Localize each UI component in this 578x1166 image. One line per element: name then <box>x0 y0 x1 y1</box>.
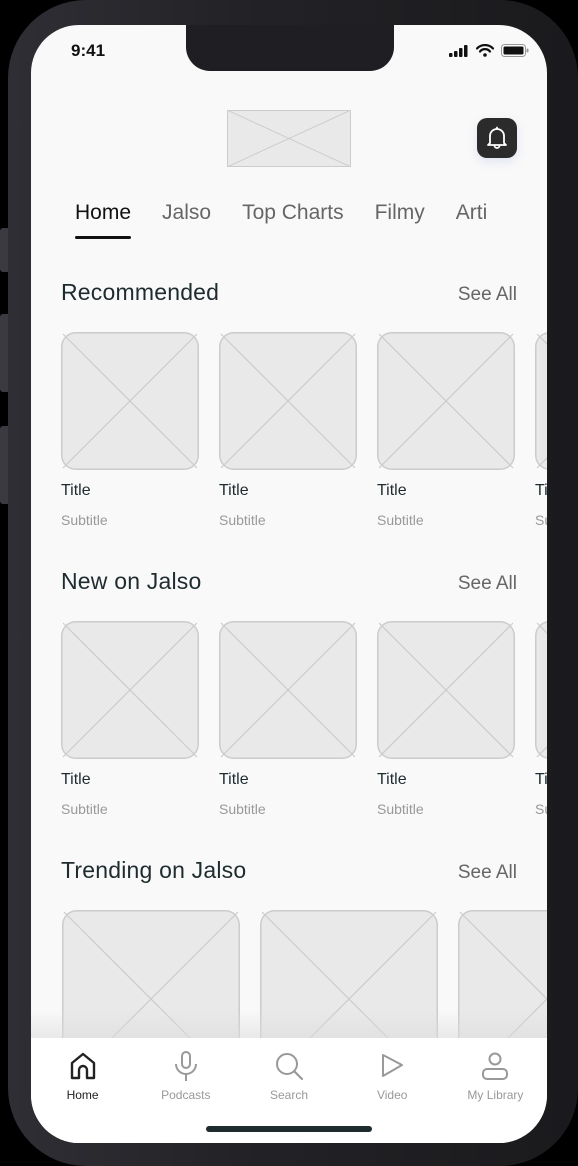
card-title: Title <box>61 482 91 499</box>
image-placeholder <box>377 332 515 470</box>
volume-down-button <box>0 426 8 504</box>
card-subtitle: Subtitle <box>219 512 266 528</box>
category-tabs: Home Jalso Top Charts Filmy Arti <box>75 201 518 239</box>
wifi-icon <box>476 44 494 57</box>
image-placeholder <box>219 332 357 470</box>
tab-filmy[interactable]: Filmy <box>375 201 425 239</box>
media-card[interactable]: Title Subtitle <box>219 621 357 817</box>
tab-top-charts[interactable]: Top Charts <box>242 201 344 239</box>
image-placeholder <box>535 621 547 759</box>
image-placeholder <box>61 621 199 759</box>
bell-icon <box>487 126 507 149</box>
card-title: Title <box>535 771 547 788</box>
card-thumbnail <box>535 332 547 470</box>
see-all-link[interactable]: See All <box>458 284 517 306</box>
image-placeholder <box>61 332 199 470</box>
recommended-row: Title Subtitle Title Subtitle Title Subtitle T… <box>61 332 547 528</box>
card-thumbnail <box>535 621 547 759</box>
user-icon <box>482 1052 509 1080</box>
image-placeholder <box>535 332 547 470</box>
nav-label: Search <box>269 1088 309 1102</box>
see-all-link[interactable]: See All <box>458 573 517 595</box>
section-header-new-on-jalso: New on Jalso See All <box>61 568 517 595</box>
media-card[interactable]: Title Subtitle <box>61 621 199 817</box>
card-thumbnail <box>219 332 357 470</box>
nav-label: Podcasts <box>161 1088 211 1102</box>
card-thumbnail <box>61 621 199 759</box>
home-indicator[interactable] <box>206 1126 372 1132</box>
card-title: Title <box>219 771 249 788</box>
status-time: 9:41 <box>71 41 106 60</box>
nav-home[interactable]: Home <box>31 1038 134 1143</box>
card-subtitle: Subtitle <box>219 801 266 817</box>
media-card[interactable]: Title Subtitle <box>535 332 547 528</box>
card-title: Title <box>535 482 547 499</box>
card-subtitle: Subtitle <box>535 801 547 817</box>
media-card[interactable]: Title Subtitle <box>219 332 357 528</box>
notification-button[interactable] <box>477 118 517 158</box>
card-subtitle: Subtitle <box>377 512 424 528</box>
search-icon <box>276 1053 304 1081</box>
tab-artists[interactable]: Arti <box>456 201 488 239</box>
logo-placeholder <box>227 110 351 167</box>
section-title: Recommended <box>61 279 220 305</box>
tab-jalso[interactable]: Jalso <box>162 201 211 239</box>
battery-icon <box>501 44 529 57</box>
nav-label: Video <box>376 1088 408 1102</box>
card-subtitle: Subtitle <box>61 801 108 817</box>
image-placeholder <box>377 621 515 759</box>
nav-my-library[interactable]: My Library <box>444 1038 547 1143</box>
screen: 9:41 Home Jalso Top Charts Filmy Arti Re… <box>31 25 547 1143</box>
card-title: Title <box>61 771 91 788</box>
image-placeholder <box>219 621 357 759</box>
section-header-trending: Trending on Jalso See All <box>61 857 517 884</box>
nav-label: Home <box>66 1088 99 1102</box>
media-card[interactable]: Title Subtitle <box>535 621 547 817</box>
see-all-link[interactable]: See All <box>458 862 517 884</box>
microphone-icon <box>174 1051 197 1081</box>
media-card[interactable]: Title Subtitle <box>377 332 515 528</box>
home-icon <box>70 1052 95 1080</box>
card-subtitle: Subtitle <box>61 512 108 528</box>
card-thumbnail <box>61 332 199 470</box>
card-thumbnail <box>219 621 357 759</box>
new-on-jalso-row: Title Subtitle Title Subtitle Title Subtitle T… <box>61 621 547 817</box>
card-title: Title <box>219 482 249 499</box>
section-title: Trending on Jalso <box>61 857 247 883</box>
card-thumbnail <box>377 332 515 470</box>
signal-icon <box>449 44 468 57</box>
card-thumbnail <box>377 621 515 759</box>
media-card[interactable]: Title Subtitle <box>61 332 199 528</box>
silent-switch <box>0 228 8 272</box>
play-icon <box>382 1054 404 1077</box>
notch <box>186 25 394 71</box>
status-icons <box>449 44 529 57</box>
card-subtitle: Subtitle <box>535 512 547 528</box>
card-subtitle: Subtitle <box>377 801 424 817</box>
card-title: Title <box>377 482 407 499</box>
scroll-fade <box>31 1010 547 1040</box>
nav-label: My Library <box>467 1088 524 1102</box>
media-card[interactable]: Title Subtitle <box>377 621 515 817</box>
section-header-recommended: Recommended See All <box>61 279 517 306</box>
volume-up-button <box>0 314 8 392</box>
tab-home[interactable]: Home <box>75 201 132 239</box>
card-title: Title <box>377 771 407 788</box>
section-title: New on Jalso <box>61 568 202 594</box>
